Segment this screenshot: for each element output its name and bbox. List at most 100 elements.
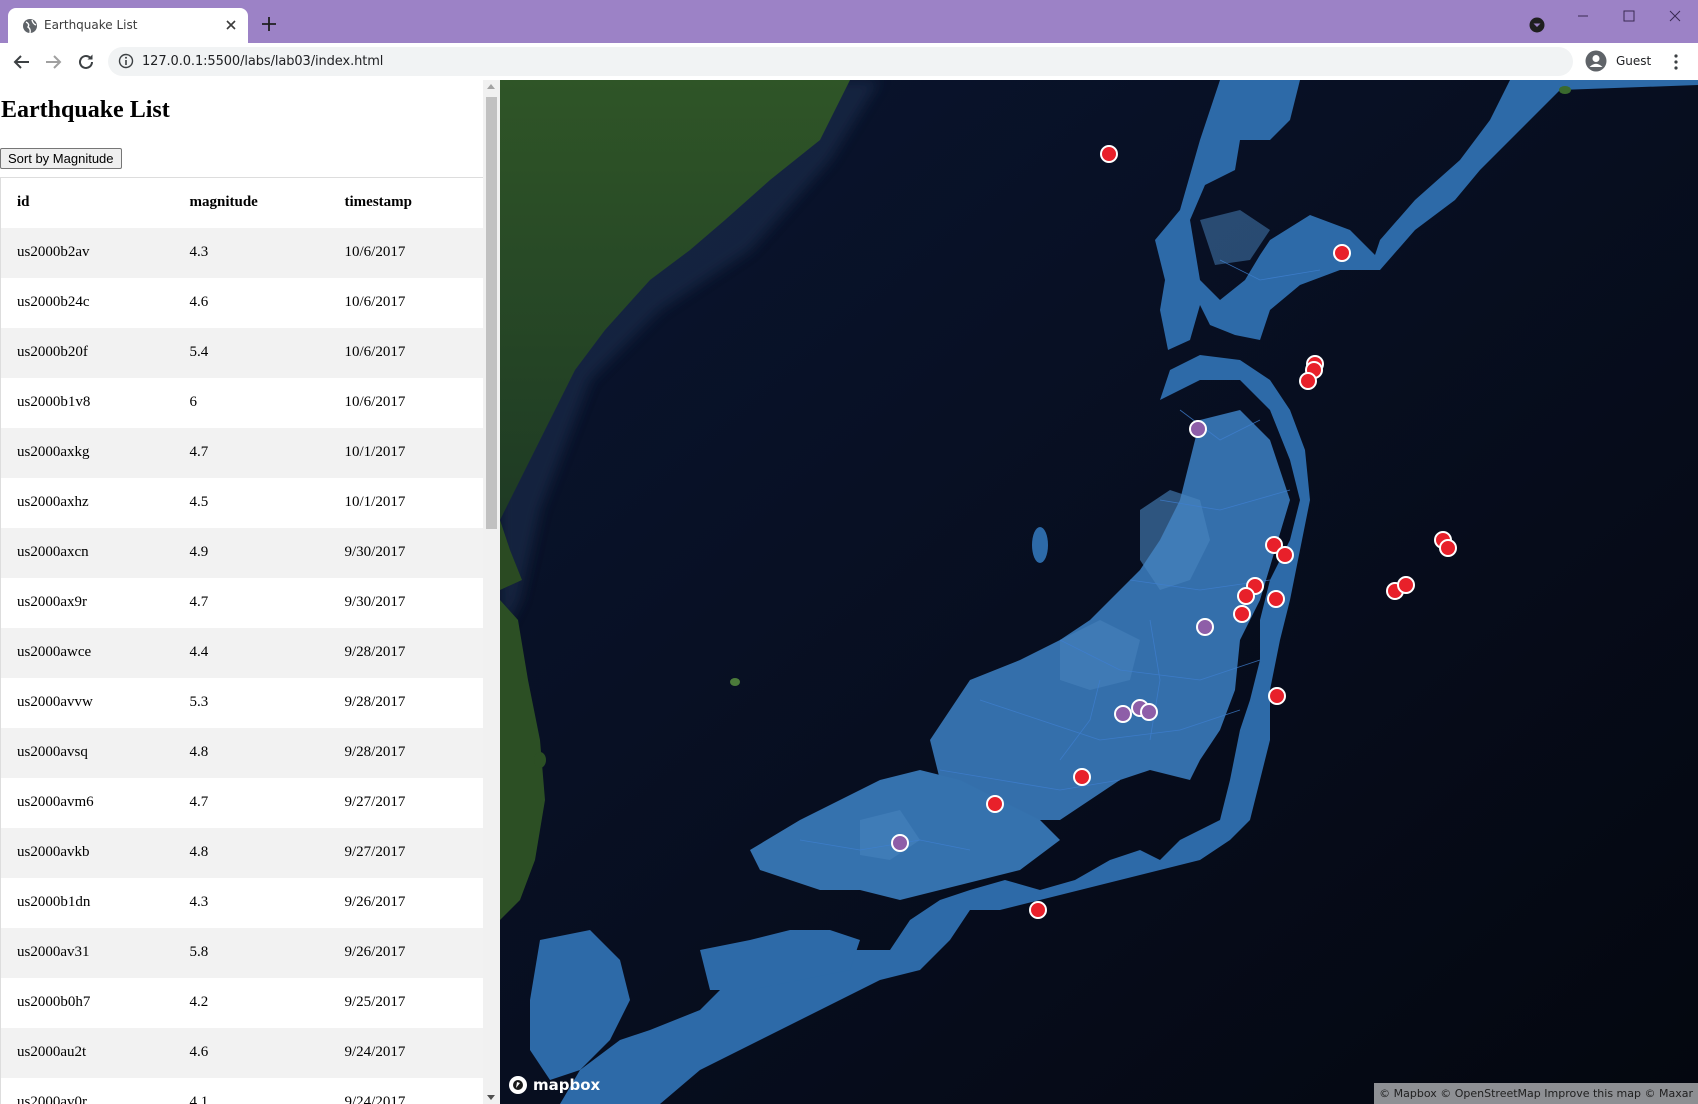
table-row: us2000axkg 4.7 10/1/2017 bbox=[0, 427, 483, 478]
cell-timestamp: 9/26/2017 bbox=[344, 894, 406, 910]
earthquake-marker[interactable] bbox=[1189, 420, 1207, 438]
earthquake-marker[interactable] bbox=[1267, 590, 1285, 608]
close-tab-icon[interactable] bbox=[222, 16, 240, 34]
earthquake-marker[interactable] bbox=[1397, 576, 1415, 594]
cell-magnitude: 5.4 bbox=[189, 344, 209, 360]
table-header-row: id magnitude timestamp bbox=[0, 177, 483, 228]
cell-id: us2000av0r bbox=[17, 1094, 87, 1104]
mapbox-logo-text: mapbox bbox=[533, 1076, 601, 1094]
cell-magnitude: 4.4 bbox=[189, 644, 209, 660]
table-body: us2000b2av 4.3 10/6/2017 us2000b24c 4.6 10/6/… bbox=[0, 227, 484, 1104]
cell-timestamp: 10/1/2017 bbox=[344, 444, 406, 460]
cell-id: us2000avkb bbox=[17, 844, 90, 860]
earthquake-marker[interactable] bbox=[1100, 145, 1118, 163]
maximize-icon[interactable] bbox=[1606, 4, 1652, 28]
column-header-timestamp: timestamp bbox=[328, 177, 483, 228]
cell-timestamp: 10/1/2017 bbox=[344, 494, 406, 510]
cell-magnitude: 4.7 bbox=[189, 594, 209, 610]
cell-timestamp: 10/6/2017 bbox=[344, 244, 406, 260]
cell-magnitude: 4.3 bbox=[189, 894, 209, 910]
cell-id: us2000au2t bbox=[17, 1044, 87, 1060]
browser-tab-strip: Earthquake List bbox=[0, 0, 1698, 43]
page-title: Earthquake List bbox=[1, 97, 170, 123]
browser-tab[interactable]: Earthquake List bbox=[8, 8, 248, 43]
cell-id: us2000axhz bbox=[17, 494, 89, 510]
earthquake-marker[interactable] bbox=[1140, 703, 1158, 721]
earthquake-marker[interactable] bbox=[1333, 244, 1351, 262]
earthquake-marker[interactable] bbox=[1268, 687, 1286, 705]
earthquake-list-panel: Earthquake List Sort by Magnitude id mag… bbox=[0, 80, 500, 1104]
cell-id: us2000avvw bbox=[17, 694, 93, 710]
cell-id: us2000awce bbox=[17, 644, 92, 660]
cell-id: us2000axkg bbox=[17, 444, 90, 460]
reload-icon[interactable] bbox=[76, 52, 96, 72]
minimize-icon[interactable] bbox=[1560, 4, 1606, 28]
sort-by-magnitude-button[interactable]: Sort by Magnitude bbox=[0, 148, 122, 169]
table-row: us2000au2t 4.6 9/24/2017 bbox=[0, 1027, 483, 1078]
cell-magnitude: 4.5 bbox=[189, 494, 209, 510]
cell-timestamp: 9/24/2017 bbox=[344, 1094, 406, 1104]
cell-id: us2000axcn bbox=[17, 544, 89, 560]
table-row: us2000b1v8 6 10/6/2017 bbox=[1, 378, 484, 428]
cell-timestamp: 10/6/2017 bbox=[344, 294, 406, 310]
globe-icon bbox=[23, 19, 37, 34]
earthquake-marker[interactable] bbox=[986, 795, 1004, 813]
cell-timestamp: 10/6/2017 bbox=[344, 344, 406, 360]
earthquake-marker[interactable] bbox=[1299, 372, 1317, 390]
cell-id: us2000b20f bbox=[17, 344, 88, 360]
cell-magnitude: 6 bbox=[189, 394, 198, 410]
earthquake-marker[interactable] bbox=[1233, 605, 1251, 623]
mapbox-logo[interactable]: mapbox bbox=[508, 1074, 600, 1096]
scrollbar-thumb[interactable] bbox=[486, 97, 497, 529]
cell-timestamp: 9/28/2017 bbox=[344, 644, 406, 660]
table-row: us2000b1dn 4.3 9/26/2017 bbox=[1, 878, 484, 928]
earthquake-marker[interactable] bbox=[1196, 618, 1214, 636]
browser-menu-icon[interactable] bbox=[1668, 53, 1684, 71]
close-window-icon[interactable] bbox=[1652, 4, 1698, 28]
cell-timestamp: 9/30/2017 bbox=[344, 594, 406, 610]
column-header-magnitude: magnitude bbox=[173, 177, 329, 228]
map-attribution[interactable]: © Mapbox © OpenStreetMap Improve this ma… bbox=[1374, 1083, 1698, 1104]
cell-magnitude: 4.8 bbox=[189, 744, 209, 760]
table-row: us2000avkb 4.8 9/27/2017 bbox=[0, 827, 483, 878]
list-scrollbar[interactable] bbox=[483, 80, 500, 1104]
cell-magnitude: 4.1 bbox=[189, 1094, 209, 1104]
cell-id: us2000b2av bbox=[17, 244, 90, 260]
column-header-id: id bbox=[0, 177, 174, 228]
url-text: 127.0.0.1:5500/labs/lab03/index.html bbox=[142, 54, 384, 69]
cell-magnitude: 4.3 bbox=[189, 244, 209, 260]
profile-button[interactable]: Guest bbox=[1585, 47, 1665, 75]
scroll-up-arrow-icon[interactable] bbox=[487, 84, 495, 89]
back-arrow-icon[interactable] bbox=[12, 52, 32, 72]
cell-timestamp: 9/27/2017 bbox=[344, 844, 406, 860]
earthquake-table-wrapper: id magnitude timestamp us2000b2av 4.3 10/6… bbox=[0, 177, 483, 1104]
earthquake-marker[interactable] bbox=[1237, 587, 1255, 605]
cell-timestamp: 9/28/2017 bbox=[344, 744, 406, 760]
cell-id: us2000b1v8 bbox=[17, 394, 91, 410]
mapbox-logo-icon bbox=[509, 1076, 527, 1094]
table-row: us2000b2av 4.3 10/6/2017 bbox=[0, 227, 483, 278]
earthquake-table: id magnitude timestamp us2000b2av 4.3 10/6… bbox=[0, 177, 483, 1104]
cell-magnitude: 4.2 bbox=[189, 994, 209, 1010]
scroll-down-arrow-icon[interactable] bbox=[487, 1095, 495, 1100]
table-row: us2000awce 4.4 9/28/2017 bbox=[0, 627, 483, 678]
cell-magnitude: 5.3 bbox=[189, 694, 209, 710]
cell-timestamp: 9/28/2017 bbox=[344, 694, 406, 710]
guest-avatar-icon bbox=[1585, 50, 1607, 72]
cell-id: us2000b1dn bbox=[17, 894, 91, 910]
new-tab-icon[interactable] bbox=[260, 15, 278, 33]
earthquake-map[interactable]: mapbox © Mapbox © OpenStreetMap Improve … bbox=[500, 80, 1698, 1104]
cell-magnitude: 4.8 bbox=[189, 844, 209, 860]
address-bar[interactable]: 127.0.0.1:5500/labs/lab03/index.html bbox=[108, 47, 1573, 76]
table-row: us2000b0h7 4.2 9/25/2017 bbox=[1, 978, 484, 1028]
earthquake-marker[interactable] bbox=[1114, 705, 1132, 723]
earthquake-marker[interactable] bbox=[1029, 901, 1047, 919]
earthquake-marker[interactable] bbox=[1073, 768, 1091, 786]
site-info-icon[interactable] bbox=[118, 53, 134, 69]
earthquake-marker[interactable] bbox=[1439, 539, 1457, 557]
earthquake-marker[interactable] bbox=[1276, 546, 1294, 564]
earthquake-marker[interactable] bbox=[891, 834, 909, 852]
tab-search-icon[interactable] bbox=[1529, 17, 1545, 33]
cell-id: us2000avsq bbox=[17, 744, 88, 760]
forward-arrow-icon[interactable] bbox=[43, 52, 63, 72]
